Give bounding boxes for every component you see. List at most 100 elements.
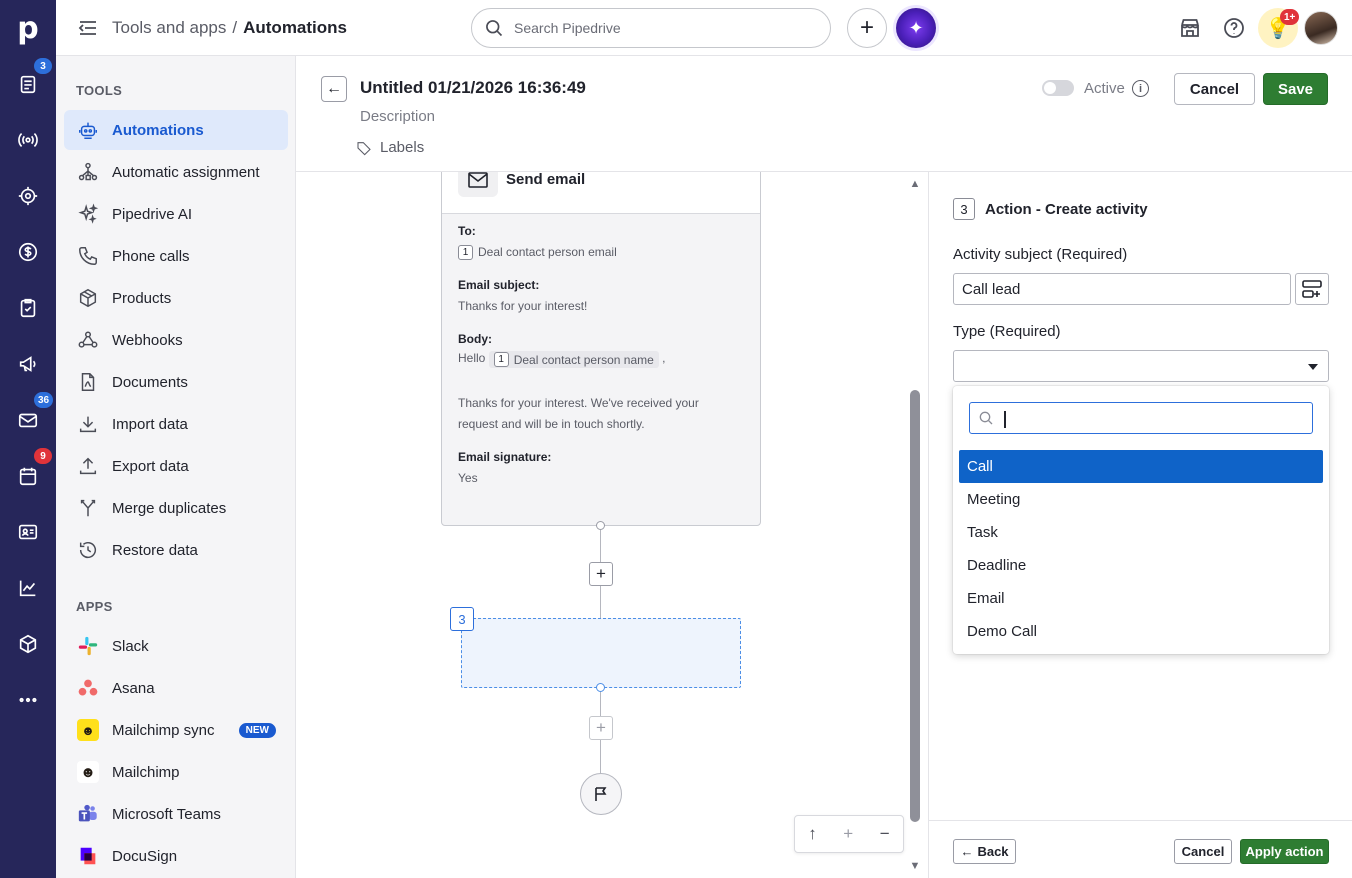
automation-title[interactable]: Untitled 01/21/2026 16:36:49 xyxy=(360,78,586,98)
sidebar-item-mailchimp-sync[interactable]: ☻ Mailchimp sync NEW xyxy=(64,710,288,750)
sidebar-item-restore-data[interactable]: Restore data xyxy=(64,530,288,570)
rail-revenue[interactable] xyxy=(0,232,56,272)
panel-back-button[interactable]: ← Back xyxy=(953,839,1016,864)
sidebar-item-mailchimp[interactable]: ☻ Mailchimp xyxy=(64,752,288,792)
active-toggle[interactable] xyxy=(1042,80,1074,96)
type-option-email[interactable]: Email xyxy=(959,582,1323,615)
labels-button[interactable]: Labels xyxy=(356,139,424,156)
global-search[interactable] xyxy=(471,8,831,48)
sidebar-item-products[interactable]: Products xyxy=(64,278,288,318)
save-button[interactable]: Save xyxy=(1263,73,1328,105)
sidebar-item-label: DocuSign xyxy=(112,847,178,865)
dropdown-search-input[interactable] xyxy=(1002,409,1302,427)
pipedrive-logo[interactable]: p xyxy=(0,0,56,56)
cancel-button[interactable]: Cancel xyxy=(1174,73,1255,105)
zoom-in-icon[interactable]: + xyxy=(843,824,853,844)
rail-contacts[interactable] xyxy=(0,512,56,552)
insert-field-button[interactable] xyxy=(1295,273,1329,305)
sidebar-item-docusign[interactable]: DocuSign xyxy=(64,836,288,876)
rail-activities[interactable] xyxy=(0,288,56,328)
document-icon xyxy=(81,373,95,391)
add-step-button[interactable]: + xyxy=(589,716,613,740)
sidebar-item-pipedrive-ai[interactable]: Pipedrive AI xyxy=(64,194,288,234)
send-email-step-card[interactable]: Send email To: 1 Deal contact person emai… xyxy=(441,172,761,526)
rail-products[interactable] xyxy=(0,624,56,664)
sidebar-item-label: Phone calls xyxy=(112,247,190,265)
sidebar-item-label: Slack xyxy=(112,637,149,655)
rail-leads[interactable]: 3 xyxy=(0,58,56,104)
sidebar-item-phone-calls[interactable]: Phone calls xyxy=(64,236,288,276)
sidebar-item-label: Automations xyxy=(112,121,204,139)
tools-heading: TOOLS xyxy=(76,83,123,98)
rail-campaigns[interactable] xyxy=(0,344,56,384)
rail-deals[interactable] xyxy=(0,120,56,160)
back-button[interactable]: ← xyxy=(321,76,347,102)
type-dropdown: Call Meeting Task Deadline Email Demo Ca… xyxy=(953,386,1329,654)
signature-value: Yes xyxy=(458,471,478,485)
scroll-thumb[interactable] xyxy=(910,390,920,822)
sidebar-item-export-data[interactable]: Export data xyxy=(64,446,288,486)
type-option-demo-call[interactable]: Demo Call xyxy=(959,615,1323,648)
new-step-placeholder[interactable] xyxy=(461,618,741,688)
step-title: Send email xyxy=(506,172,586,188)
automation-description[interactable]: Description xyxy=(360,108,435,125)
sidebar-item-merge-duplicates[interactable]: Merge duplicates xyxy=(64,488,288,528)
plus-icon: + xyxy=(596,718,606,737)
breadcrumb-parent[interactable]: Tools and apps xyxy=(112,18,226,37)
rail-insights[interactable] xyxy=(0,568,56,608)
type-option-call[interactable]: Call xyxy=(959,450,1323,483)
more-dots-icon xyxy=(19,697,37,703)
panel-cancel-button[interactable]: Cancel xyxy=(1174,839,1232,864)
rail-projects[interactable] xyxy=(0,176,56,216)
sidebar-item-automatic-assignment[interactable]: Automatic assignment xyxy=(64,152,288,192)
user-avatar[interactable] xyxy=(1304,11,1338,45)
dropdown-search[interactable] xyxy=(969,402,1313,434)
zoom-out-icon[interactable]: − xyxy=(880,824,890,844)
body-label: Body: xyxy=(458,332,492,346)
breadcrumb-current: Automations xyxy=(243,18,347,37)
activity-subject-input[interactable] xyxy=(953,273,1291,305)
docusign-logo-icon xyxy=(80,847,96,865)
global-search-input[interactable] xyxy=(514,20,804,36)
quick-add-button[interactable]: + xyxy=(847,8,887,48)
step-ref-chip: 1 xyxy=(493,352,509,367)
sidebar-item-webhooks[interactable]: Webhooks xyxy=(64,320,288,360)
rail-more[interactable] xyxy=(0,680,56,720)
add-step-button[interactable]: + xyxy=(589,562,613,586)
scroll-down-arrow[interactable]: ▼ xyxy=(908,860,922,872)
rail-mail[interactable]: 36 xyxy=(0,392,56,440)
plus-icon: + xyxy=(596,564,606,583)
arrow-up-icon[interactable]: ↑ xyxy=(808,824,817,844)
labels-text: Labels xyxy=(380,139,425,156)
type-option-meeting[interactable]: Meeting xyxy=(959,483,1323,516)
type-option-deadline[interactable]: Deadline xyxy=(959,549,1323,582)
chart-line-icon xyxy=(19,580,36,597)
box-icon xyxy=(79,288,97,308)
sidebar-item-label: Automatic assignment xyxy=(112,163,260,181)
sidebar-item-label: Documents xyxy=(112,373,188,391)
sidebar-item-slack[interactable]: Slack xyxy=(64,626,288,666)
sidebar-item-label: Microsoft Teams xyxy=(112,805,221,823)
rail-calendar[interactable]: 9 xyxy=(0,448,56,496)
tips-badge: 1+ xyxy=(1280,9,1300,25)
phone-icon xyxy=(79,247,97,265)
clipboard-check-icon xyxy=(20,298,36,318)
sidebar-item-import-data[interactable]: Import data xyxy=(64,404,288,444)
ai-assistant-button[interactable]: ✦ xyxy=(896,8,936,48)
menu-toggle-icon[interactable] xyxy=(78,18,98,38)
type-select[interactable] xyxy=(953,350,1329,382)
sidebar-item-documents[interactable]: Documents xyxy=(64,362,288,402)
automation-canvas[interactable]: Send email To: 1 Deal contact person emai… xyxy=(296,172,928,878)
scroll-up-arrow[interactable]: ▲ xyxy=(908,178,922,190)
to-label: To: xyxy=(458,224,476,238)
sidebar-item-asana[interactable]: Asana xyxy=(64,668,288,708)
sidebar-item-microsoft-teams[interactable]: Microsoft Teams xyxy=(64,794,288,834)
help-button[interactable] xyxy=(1222,16,1246,40)
info-icon[interactable]: i xyxy=(1132,80,1149,97)
back-label: Back xyxy=(977,844,1009,859)
sidebar-item-label: Export data xyxy=(112,457,189,475)
marketplace-button[interactable] xyxy=(1178,16,1202,40)
sidebar-item-automations[interactable]: Automations xyxy=(64,110,288,150)
type-option-task[interactable]: Task xyxy=(959,516,1323,549)
apply-action-button[interactable]: Apply action xyxy=(1240,839,1329,864)
